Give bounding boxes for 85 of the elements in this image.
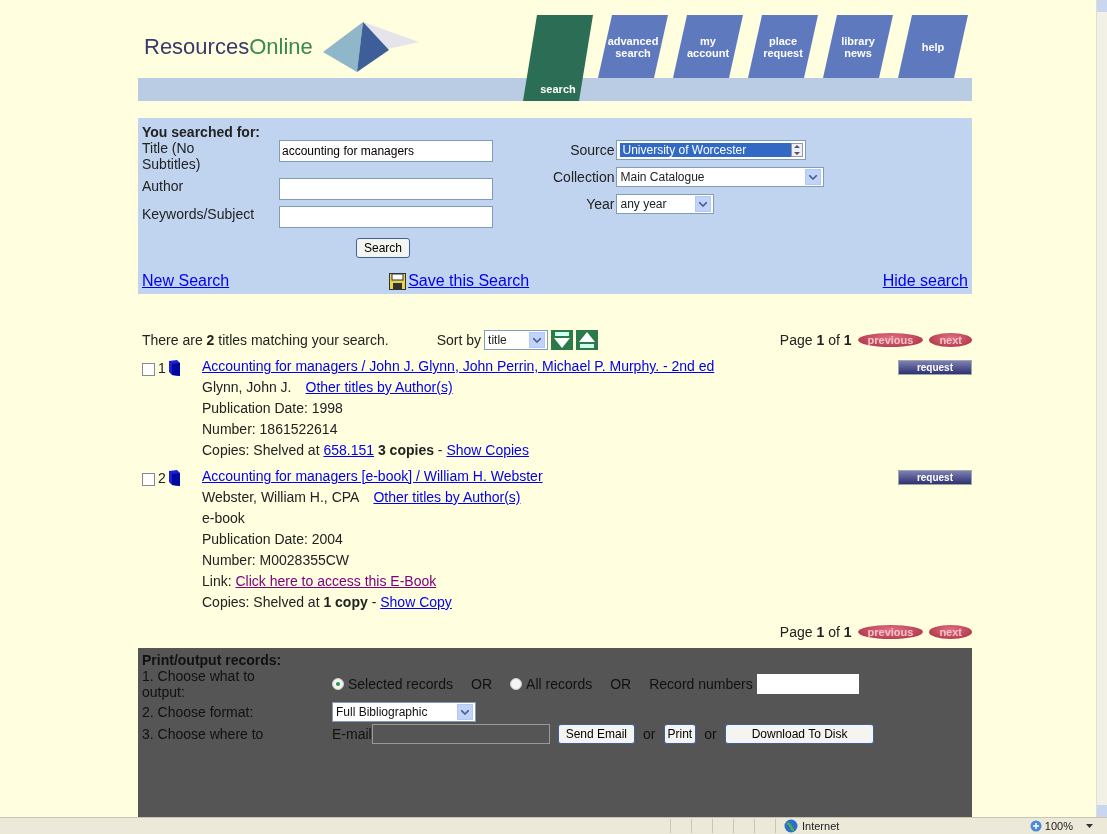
record-title-link[interactable]: Accounting for managers / John J. Glynn, John Perrin, Michael P. Murphy. - 2nd ed [202, 358, 715, 374]
caret-icon [1086, 824, 1093, 828]
record-numbers-field[interactable] [756, 674, 859, 694]
print-button[interactable]: Print [663, 724, 697, 744]
record-link-line: Link: Click here to access this E-Book [202, 573, 438, 589]
sort-descending-icon[interactable] [576, 330, 599, 350]
select-label: Year [586, 196, 615, 212]
new-search-link[interactable]: New Search [142, 272, 230, 290]
sort-ascending-icon[interactable] [551, 330, 574, 350]
search-heading: You searched for: [142, 124, 261, 140]
or-text: or [704, 726, 717, 742]
text-field[interactable] [279, 178, 493, 200]
radio-label: All records [526, 676, 593, 692]
nav-tab[interactable]: search [523, 15, 593, 101]
show-copies-link[interactable]: Show Copies [446, 442, 529, 458]
page-indicator: Page 1 of 1 [779, 624, 852, 640]
save-icon [389, 272, 407, 290]
copies-line: Copies: Shelved at 658.151 3 copies - Show Copies [202, 442, 530, 458]
nav-tab[interactable]: help [898, 15, 968, 78]
show-copies-link[interactable]: Show Copy [380, 594, 452, 610]
sort-dropdown[interactable]: title [484, 330, 549, 350]
ebook-link[interactable]: Click here to access this E-Book [235, 573, 437, 589]
record-detail: e-book [202, 510, 246, 526]
record-detail: Publication Date: 1998 [202, 400, 344, 416]
book-icon [168, 360, 180, 376]
record-numbers-label: Record numbers [649, 676, 753, 692]
radio-button[interactable] [332, 678, 344, 690]
dropdown[interactable]: Main Catalogue [616, 167, 825, 187]
send-email-button[interactable]: Send Email [557, 724, 636, 744]
record-number: 1 [158, 360, 166, 376]
shelf-mark-link[interactable]: 658.151 [323, 442, 375, 458]
search-button[interactable]: Search [356, 238, 411, 258]
or-text: OR [471, 676, 493, 692]
dropdown[interactable]: any year [616, 194, 715, 214]
radio-button[interactable] [510, 678, 523, 690]
text-field[interactable]: accounting for managers [279, 140, 493, 162]
record-detail: Number: 1861522614 [202, 421, 339, 437]
nav-tab[interactable]: my account [673, 15, 743, 78]
book-icon [168, 470, 180, 486]
or-text: or [643, 726, 656, 742]
or-text: OR [610, 676, 632, 692]
format-dropdown[interactable]: Full Bibliographic [332, 702, 476, 722]
step-label: 2. Choose format: [142, 704, 255, 720]
list-box[interactable]: University of Worcester [616, 140, 807, 160]
record-checkbox[interactable] [142, 363, 155, 376]
field-label: Author [142, 178, 185, 194]
results-summary: There are 2 titles matching your search. [142, 332, 389, 348]
radio-label: Selected records [348, 676, 454, 692]
sort-label: Sort by [436, 332, 482, 348]
copies-line: Copies: Shelved at 1 copy - Show Copy [202, 594, 453, 610]
record-title-link[interactable]: Accounting for managers [e-book] / William H. Webster [202, 468, 543, 484]
text-field[interactable] [279, 206, 493, 228]
security-zone: Internet [802, 820, 840, 832]
email-label: E-mail [332, 726, 372, 742]
nav-tab[interactable]: library news [823, 15, 893, 78]
other-titles-link[interactable]: Other titles by Author(s) [305, 379, 453, 395]
globe-icon [784, 819, 798, 833]
zoom-level[interactable]: 100% [1044, 820, 1073, 832]
author-name: Glynn, John J. [202, 379, 292, 395]
download-button[interactable]: Download To Disk [724, 724, 875, 744]
hide-search-link[interactable]: Hide search [882, 272, 968, 290]
page-indicator: Page 1 of 1 [779, 332, 852, 348]
email-field[interactable] [371, 724, 550, 744]
save-search-link[interactable]: Save this Search [408, 272, 530, 290]
pyramid-logo-icon [322, 19, 419, 74]
request-button[interactable]: request [897, 470, 972, 485]
author-name: Webster, William H., CPA [202, 489, 360, 505]
spinner-icon [791, 143, 804, 157]
record-number: 2 [158, 470, 166, 486]
request-button[interactable]: request [897, 360, 972, 375]
select-label: Source [570, 142, 615, 158]
record-checkbox[interactable] [142, 473, 155, 486]
output-heading: Print/output records: [142, 652, 283, 668]
record-detail: Publication Date: 2004 [202, 531, 344, 547]
step-label: 1. Choose what to output: [142, 668, 256, 700]
nav-tab[interactable]: advanced search [598, 15, 668, 78]
logo-text: ResourcesOnline [144, 33, 313, 60]
other-titles-link[interactable]: Other titles by Author(s) [373, 489, 521, 505]
field-label: Keywords/Subject [142, 206, 256, 222]
select-label: Collection [553, 169, 615, 185]
record-detail: Number: M0028355CW [202, 552, 351, 568]
step-label: 3. Choose where to [142, 726, 265, 742]
zoom-icon [1029, 820, 1042, 832]
nav-tab[interactable]: place request [748, 15, 818, 78]
field-label: Title (No Subtitles) [142, 140, 202, 172]
